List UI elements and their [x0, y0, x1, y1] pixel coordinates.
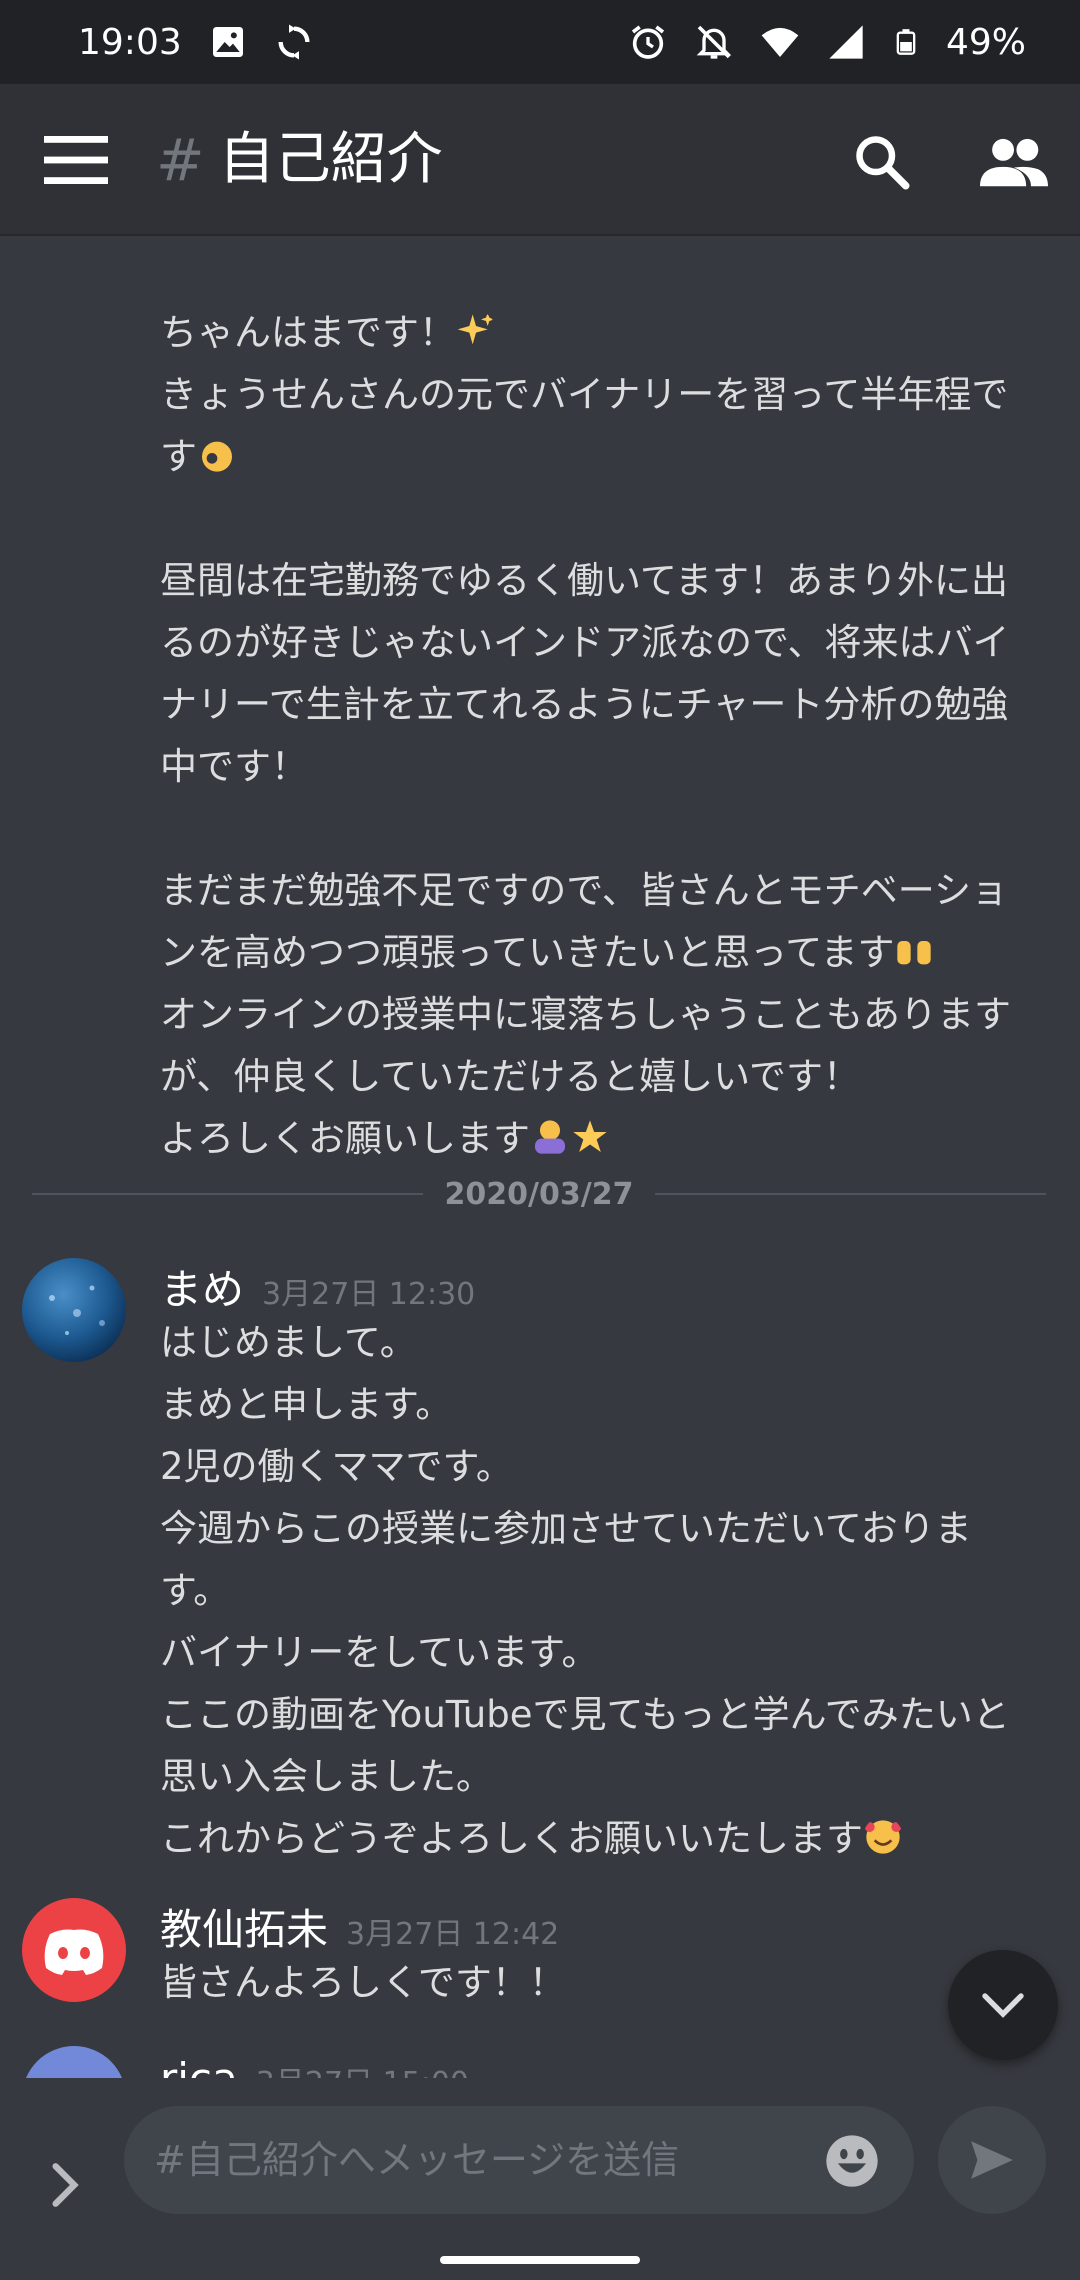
message-line: よろしくお願いします: [160, 1117, 530, 1160]
message-timestamp: 3月27日 12:42: [346, 1917, 560, 1952]
message-header: まめ 3月27日 12:30: [160, 1256, 475, 1317]
author-name[interactable]: rica: [160, 2054, 238, 2078]
message-content: はじめまして。 まめと申します。 2児の働くママです。 今週からこの授業に参加さ…: [160, 1312, 1040, 1870]
members-icon[interactable]: [980, 132, 1048, 192]
author-name[interactable]: 教仙拓未: [160, 1896, 328, 1957]
raising-hands-emoji: [897, 941, 932, 965]
gesture-navigation-bar[interactable]: [440, 2256, 640, 2264]
status-time: 19:03: [78, 21, 182, 63]
date-divider: 2020/03/27: [32, 1174, 1046, 1214]
search-icon[interactable]: [852, 132, 912, 192]
avatar-image: [22, 1258, 126, 1362]
channel-header: # 自己紹介: [0, 84, 1080, 236]
divider-line: [32, 1193, 423, 1195]
message-content: 皆さんよろしくです！！: [160, 1952, 1040, 2014]
message-paragraph: 昼間は在宅勤務でゆるく働いてます！あまり外に出 るのが好きじゃないインドア派なの…: [160, 559, 1010, 788]
send-button[interactable]: [938, 2106, 1046, 2214]
avatar-rica[interactable]: [22, 2046, 126, 2078]
avatar-kyosen[interactable]: [22, 1898, 126, 2002]
hash-icon: #: [156, 126, 205, 194]
message-header: 教仙拓未 3月27日 12:42: [160, 1896, 559, 1957]
jump-to-bottom-button[interactable]: [948, 1950, 1058, 2060]
message-content: ちゃんはまです！ きょうせんさんの元でバイナリーを習って半年程で す 昼間は在宅…: [160, 302, 1040, 1170]
image-icon: [212, 27, 243, 57]
discord-logo-icon: [44, 1929, 104, 1975]
menu-icon[interactable]: [44, 134, 108, 186]
message-paragraph: はじめまして。 まめと申します。 2児の働くママです。 今週からこの授業に参加さ…: [160, 1321, 1010, 1798]
message-line: まだまだ勉強不足ですので、皆さんとモチベーショ: [160, 869, 1009, 912]
dizzy-emoji: [573, 1120, 607, 1152]
message-timestamp: 3月27日 12:30: [262, 1277, 476, 1312]
send-icon: [971, 2141, 1013, 2179]
status-bar-right: 49%: [628, 22, 1026, 63]
divider-line: [655, 1193, 1046, 1195]
notifications-off-icon: [696, 25, 732, 59]
message-timestamp: 3月27日 15:00: [256, 2058, 469, 2078]
avatar-mame[interactable]: [22, 1258, 126, 1362]
message-line: す: [160, 435, 197, 478]
message-line: きょうせんさんの元でバイナリーを習って半年程で: [160, 373, 1009, 416]
divider-date: 2020/03/27: [444, 1176, 634, 1212]
message-line: これからどうぞよろしくお願いいたします: [160, 1817, 863, 1860]
emoji-picker-icon[interactable]: [824, 2133, 880, 2189]
message-line: 皆さんよろしくです！！: [160, 1961, 566, 2004]
message-paragraph: オンラインの授業中に寝落ちしゃうこともあります が、仲良くしていただけると嬉しい…: [160, 993, 1011, 1098]
message-input[interactable]: [154, 2138, 814, 2182]
person-bowing-emoji: [535, 1120, 565, 1154]
chevron-down-icon: [982, 1993, 1024, 2018]
channel-name: 自己紹介: [218, 127, 443, 192]
status-bar: 19:03 49%: [0, 0, 1080, 84]
message-input-wrapper[interactable]: [124, 2106, 914, 2214]
status-bar-left: 19:03: [78, 22, 314, 63]
channel-title: # 自己紹介: [156, 122, 443, 198]
message-composer: [0, 2078, 1080, 2280]
message-line: ちゃんはまです！: [160, 311, 456, 354]
wifi-icon: [761, 27, 799, 57]
alarm-icon: [631, 25, 665, 59]
message-list[interactable]: ちゃんはまです！ きょうせんさんの元でバイナリーを習って半年程で す 昼間は在宅…: [0, 236, 1080, 2078]
author-name[interactable]: まめ: [160, 1256, 244, 1317]
message-line: ンを高めつつ頑張っていきたいと思ってます: [160, 931, 895, 974]
sparkles-emoji: [457, 312, 495, 345]
signal-icon: [829, 25, 863, 59]
app-root: 19:03 49% # 自己紹介 ちゃんはまです！ きょうせんさんの元でバイナリ…: [0, 0, 1080, 2280]
chevron-right-icon[interactable]: [46, 2160, 86, 2210]
sync-icon: [278, 24, 310, 60]
smiling-face-with-hearts-emoji: [864, 1820, 902, 1854]
message-header: rica 3月27日 15:00: [160, 2054, 469, 2078]
battery-icon: [896, 29, 916, 55]
ok-hand-emoji: [202, 441, 232, 472]
battery-percent: 49%: [945, 21, 1026, 63]
